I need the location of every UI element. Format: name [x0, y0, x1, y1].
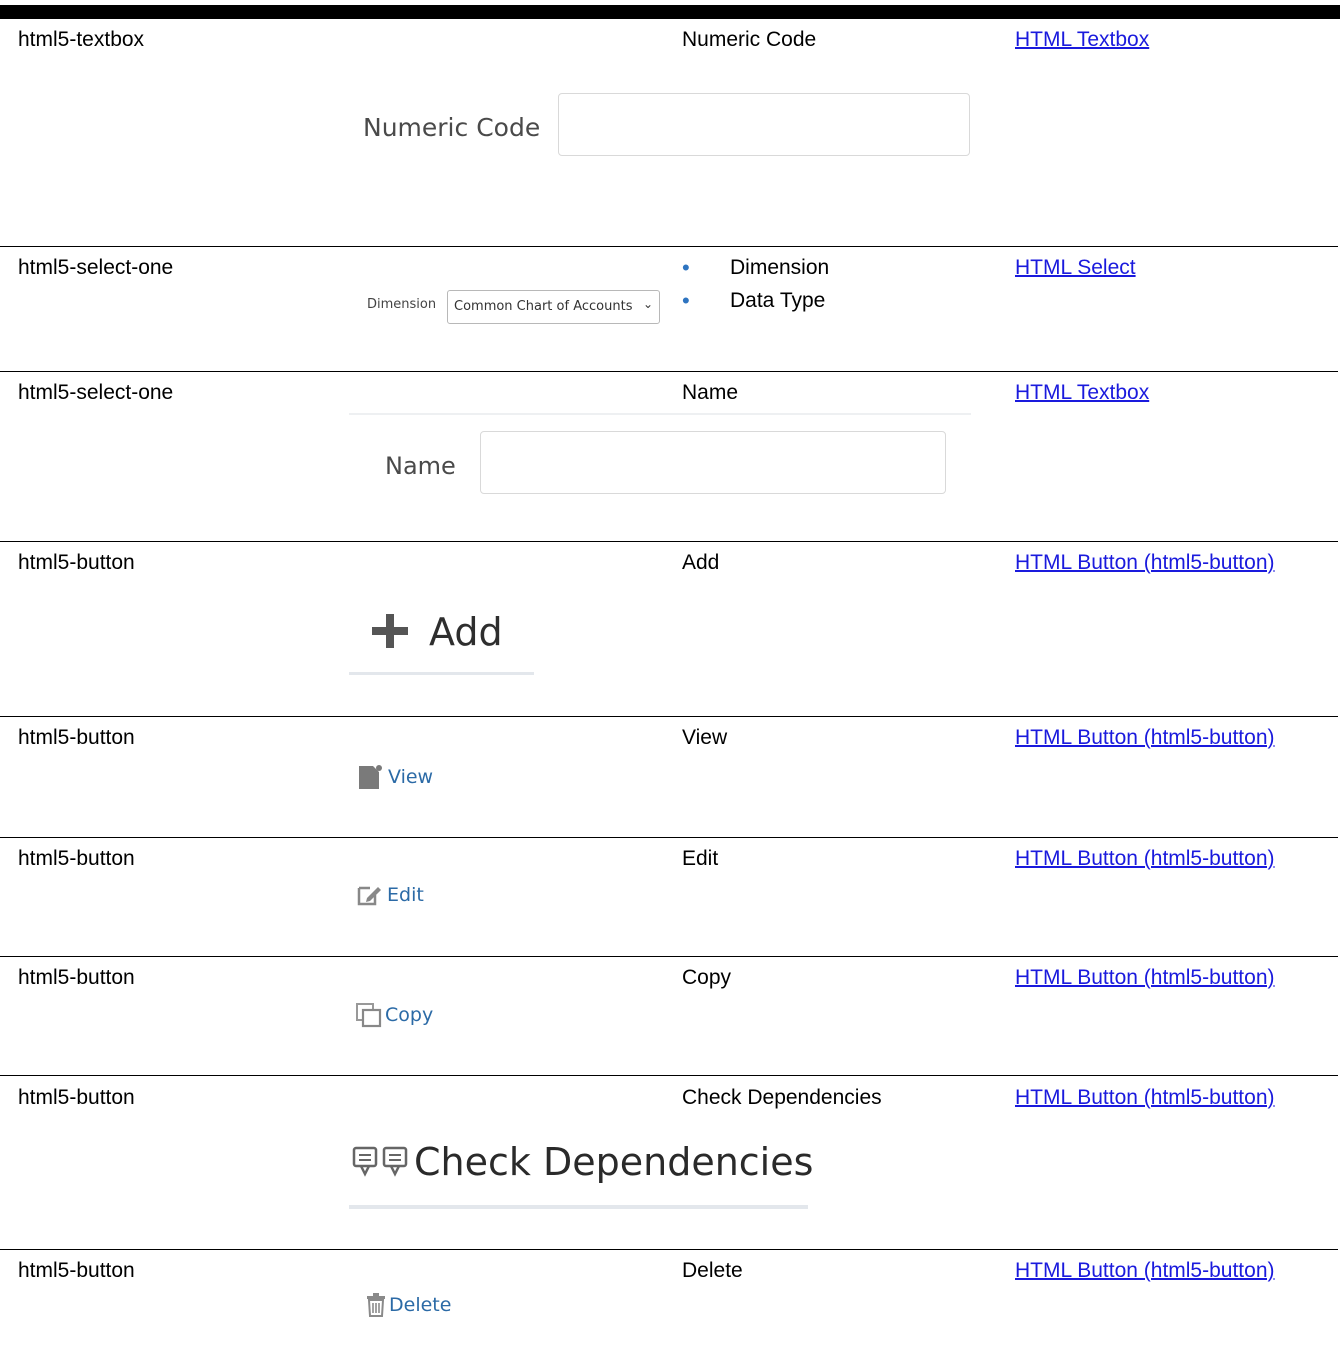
view-button[interactable]: View [358, 764, 433, 790]
list-item: • Data Type [682, 288, 826, 313]
edit-button[interactable]: Edit [357, 883, 424, 907]
control-label: Check Dependencies [682, 1086, 882, 1109]
field-label: Name [385, 452, 456, 480]
row-divider [0, 956, 1338, 957]
check-dependencies-label: Check Dependencies [414, 1140, 814, 1184]
numeric-code-input[interactable] [558, 93, 970, 156]
row-divider [0, 541, 1338, 542]
doc-link[interactable]: HTML Button (html5-button) [1015, 1259, 1275, 1282]
copy-button-label: Copy [385, 1004, 434, 1026]
control-label: Name [682, 381, 739, 404]
doc-link[interactable]: HTML Button (html5-button) [1015, 847, 1275, 870]
row-divider [0, 1075, 1338, 1076]
control-label: Copy [682, 966, 732, 989]
control-label: Edit [682, 847, 719, 870]
section-divider [349, 413, 971, 415]
label-list: • Dimension • Data Type [682, 251, 829, 317]
button-underline [349, 1205, 808, 1209]
row-divider [0, 246, 1338, 247]
row-divider [0, 371, 1338, 372]
delete-button-label: Delete [389, 1294, 452, 1316]
doc-link[interactable]: HTML Button (html5-button) [1015, 726, 1275, 749]
control-label: Add [682, 551, 720, 574]
check-dependencies-button[interactable]: Check Dependencies [352, 1140, 813, 1184]
document-icon [359, 765, 382, 789]
control-type: html5-button [18, 1259, 135, 1282]
control-type: html5-button [18, 1086, 135, 1109]
control-type: html5-textbox [18, 28, 145, 51]
doc-link[interactable]: HTML Button (html5-button) [1015, 551, 1275, 574]
delete-button[interactable]: Delete [365, 1293, 451, 1317]
control-label: View [682, 726, 728, 749]
add-button[interactable]: Add [369, 610, 503, 654]
control-type: html5-button [18, 847, 135, 870]
name-input[interactable] [480, 431, 946, 494]
button-underline [349, 672, 534, 675]
row-divider [0, 1249, 1338, 1250]
dimension-select[interactable]: Common Chart of Accounts ⌄ [447, 290, 660, 324]
dependencies-icon [352, 1146, 408, 1177]
control-type: html5-select-one [18, 381, 174, 404]
control-label: Delete [682, 1259, 743, 1282]
control-type: html5-button [18, 551, 135, 574]
plus-icon [372, 614, 408, 648]
doc-link[interactable]: HTML Textbox [1015, 381, 1149, 404]
field-label: Numeric Code [363, 113, 541, 142]
row-divider [0, 837, 1338, 838]
control-type: html5-button [18, 726, 135, 749]
pencil-square-icon [357, 886, 381, 906]
control-label: Numeric Code [682, 28, 817, 51]
doc-link[interactable]: HTML Select [1015, 256, 1136, 279]
field-label: Dimension [367, 297, 437, 312]
doc-link[interactable]: HTML Button (html5-button) [1015, 1086, 1275, 1109]
view-button-label: View [388, 766, 434, 788]
chevron-down-icon: ⌄ [642, 297, 653, 311]
list-item: • Dimension [682, 255, 830, 280]
control-type: html5-select-one [18, 256, 174, 279]
control-type: html5-button [18, 966, 135, 989]
edit-button-label: Edit [387, 884, 424, 906]
row-divider [0, 716, 1338, 717]
copy-button[interactable]: Copy [355, 1002, 433, 1028]
doc-link[interactable]: HTML Textbox [1015, 28, 1149, 51]
copy-icon [356, 1003, 382, 1028]
add-button-label: Add [429, 610, 503, 654]
doc-link[interactable]: HTML Button (html5-button) [1015, 966, 1275, 989]
trash-icon [367, 1293, 385, 1317]
table-top-border [0, 5, 1340, 19]
